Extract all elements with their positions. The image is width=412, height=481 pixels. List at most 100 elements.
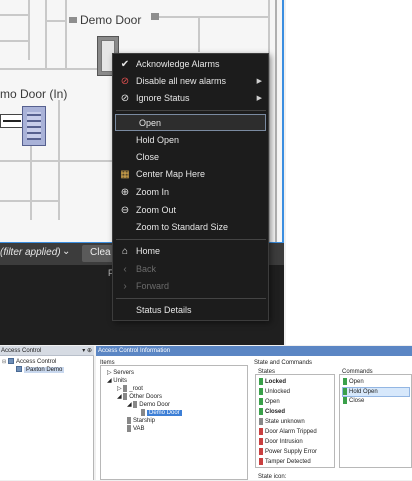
command-icon: [343, 388, 347, 395]
menu-item-ignore-status[interactable]: ⊘ Ignore Status ▶: [113, 90, 268, 107]
chevron-down-icon[interactable]: ⌄: [62, 246, 70, 257]
state-label: Locked: [265, 379, 287, 386]
state-label: Door Intrusion: [265, 439, 303, 446]
menu-item-zoom-out[interactable]: ⊖ Zoom Out: [113, 202, 268, 219]
tree-node-label: Demo Door: [139, 402, 170, 409]
menu-item-home[interactable]: ⌂ Home: [113, 243, 268, 260]
tree-node-demo-door-group[interactable]: ◢ Demo Door: [127, 401, 170, 409]
commands-list: Open Hold Open Close: [339, 374, 412, 468]
menu-item-label: Forward: [136, 281, 170, 291]
menu-separator: [116, 239, 266, 240]
collapse-icon[interactable]: ◢: [107, 378, 112, 384]
command-hold-open[interactable]: Hold Open: [342, 387, 410, 398]
map-wall-block: [151, 13, 159, 20]
menu-item-center-map-here[interactable]: ▦ Center Map Here: [113, 166, 268, 183]
map-wall: [28, 0, 30, 60]
expand-icon[interactable]: ▷: [107, 370, 112, 376]
tree-node-demo-door[interactable]: Demo Door: [141, 409, 182, 417]
menu-item-label: Close: [136, 152, 160, 162]
home-icon: ⌂: [121, 246, 129, 257]
command-icon: [343, 378, 347, 385]
map-wall: [58, 100, 60, 220]
door-label-demo-door: Demo Door: [80, 13, 142, 27]
state-label: Unlocked: [265, 389, 291, 396]
menu-item-forward: › Forward: [113, 278, 268, 295]
collapse-icon[interactable]: ◢: [117, 394, 122, 400]
check-icon: ✔: [120, 59, 130, 70]
tree-node-label: VAB: [133, 426, 145, 433]
card-reader-icon[interactable]: [0, 114, 24, 128]
tree-node-starship[interactable]: Starship: [127, 417, 155, 425]
command-open[interactable]: Open: [343, 378, 364, 386]
door-label-demo-door-in: mo Door (In): [0, 87, 68, 101]
tree-node-units[interactable]: ◢ Units: [107, 377, 127, 385]
menu-item-label: Status Details: [136, 305, 192, 315]
command-label: Open: [349, 379, 364, 386]
state-icon: [259, 398, 263, 405]
map-wall: [45, 0, 47, 70]
state-and-commands-label: State and Commands: [254, 360, 313, 366]
state-icon: [259, 408, 263, 415]
menu-item-label: Home: [136, 246, 161, 256]
submenu-arrow-icon: ▶: [256, 78, 262, 85]
filter-status-text: (filter applied): [0, 247, 61, 258]
state-item: Door Alarm Tripped: [259, 428, 317, 436]
menu-item-label: Back: [136, 264, 157, 274]
pane-pin-icon[interactable]: ▾ ⊕: [82, 346, 92, 356]
command-close[interactable]: Close: [343, 397, 364, 405]
menu-item-zoom-in[interactable]: ⊕ Zoom In: [113, 184, 268, 201]
state-item: Door Intrusion: [259, 438, 303, 446]
state-icon: [259, 448, 263, 455]
map-center-icon: ▦: [120, 169, 130, 180]
map-wall: [0, 68, 112, 70]
tree-node-label: Demo Door: [147, 410, 182, 417]
menu-item-label: Hold Open: [136, 135, 180, 145]
zoom-out-icon: ⊖: [120, 205, 130, 216]
menu-item-open[interactable]: Open: [115, 114, 266, 131]
items-tree: ▷ Servers ◢ Units ▷ _root ◢ Other Doors …: [100, 365, 248, 480]
tree-node-servers[interactable]: ▷ Servers: [107, 369, 134, 377]
menu-item-label: Acknowledge Alarms: [136, 59, 220, 69]
expand-icon[interactable]: ▷: [117, 386, 122, 392]
menu-item-hold-open[interactable]: Hold Open: [113, 132, 268, 149]
menu-item-close[interactable]: Close: [113, 149, 268, 166]
door-icon: [141, 409, 145, 416]
access-control-pane-header: Access Control ▾ ⊕: [0, 346, 94, 356]
state-label: Tamper Detected: [265, 459, 311, 466]
menu-item-label: Zoom In: [136, 187, 170, 197]
map-wall: [0, 14, 30, 16]
map-wall: [0, 40, 30, 42]
tree-node-root[interactable]: ▷ _root: [117, 385, 143, 393]
state-icon: [259, 378, 263, 385]
tree-node-label: _root: [129, 386, 143, 393]
map-right-area: [286, 0, 412, 345]
map-wall: [45, 20, 67, 22]
menu-item-zoom-to-standard-size[interactable]: Zoom to Standard Size: [113, 219, 268, 236]
state-item: Unlocked: [259, 388, 290, 396]
state-icon: [259, 458, 263, 465]
tree-node-vab[interactable]: VAB: [127, 425, 145, 433]
menu-item-acknowledge-alarms[interactable]: ✔ Acknowledge Alarms: [113, 56, 268, 73]
state-item: Tamper Detected: [259, 458, 311, 466]
ignore-icon: ⊘: [120, 93, 130, 104]
tree-node-access-control[interactable]: ⊟ Access Control: [2, 358, 56, 366]
state-item: Open: [259, 398, 280, 406]
unit-icon: [123, 393, 128, 400]
tree-node-label: Paxton Demo: [24, 367, 65, 373]
unit-icon: [127, 425, 131, 432]
context-menu: ✔ Acknowledge Alarms ⊘ Disable all new a…: [112, 53, 269, 321]
keypad-icon[interactable]: [22, 106, 46, 146]
menu-item-status-details[interactable]: Status Details: [113, 302, 268, 319]
state-icon: [259, 418, 263, 425]
info-pane-header: Access Control Information: [96, 346, 412, 356]
tree-node-other-doors[interactable]: ◢ Other Doors: [117, 393, 162, 401]
tree-node-label: Units: [113, 378, 127, 384]
tree-node-paxton-demo[interactable]: Paxton Demo: [16, 366, 65, 374]
menu-item-disable-all-new-alarms[interactable]: ⊘ Disable all new alarms ▶: [113, 73, 268, 90]
map-wall-block: [69, 17, 77, 23]
states-list: Locked Unlocked Open Closed State unknow…: [255, 374, 335, 468]
zoom-in-icon: ⊕: [120, 187, 130, 198]
state-item: Locked: [259, 378, 286, 386]
collapse-icon[interactable]: ◢: [127, 402, 132, 408]
map-wall: [275, 0, 277, 242]
